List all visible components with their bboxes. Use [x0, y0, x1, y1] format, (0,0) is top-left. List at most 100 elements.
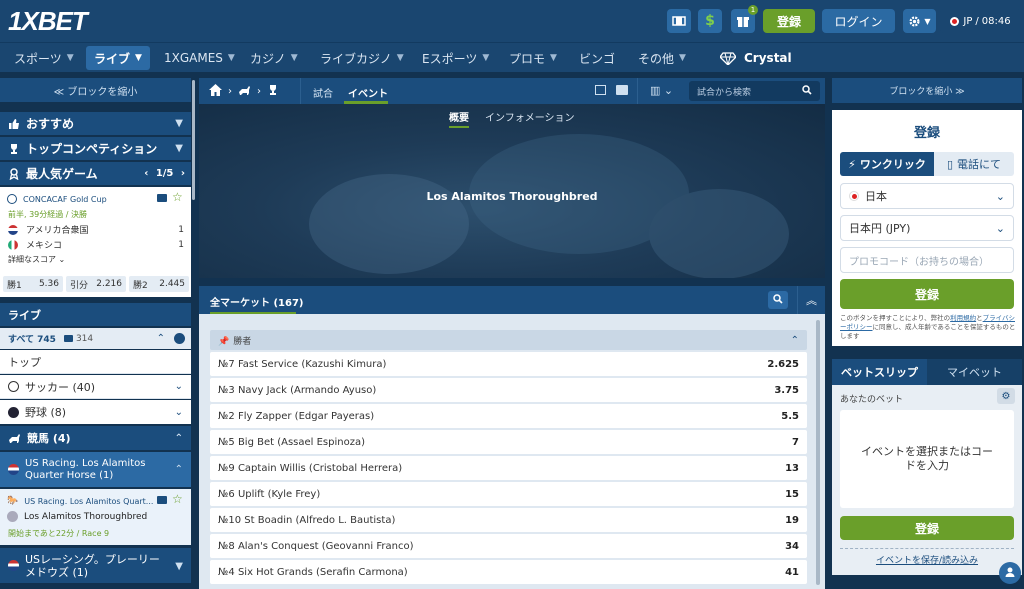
runner-odd[interactable]: 13: [785, 463, 799, 474]
flag-usa-icon: [8, 224, 18, 235]
runner-odd[interactable]: 5.5: [781, 411, 799, 422]
pager-prev-icon[interactable]: ‹: [144, 168, 148, 179]
promo-code-input[interactable]: プロモコード（お持ちの場合）: [840, 247, 1014, 273]
terms-link[interactable]: 利用規約: [950, 314, 976, 322]
tab-betslip[interactable]: ベットスリップ: [832, 359, 927, 385]
odd-button-1[interactable]: 勝1 5.36: [3, 276, 63, 292]
chevron-down-icon: ▼: [66, 53, 74, 63]
globe-icon[interactable]: [174, 333, 185, 344]
runner-row[interactable]: №6 Uplift (Kyle Frey) 15: [210, 482, 807, 506]
gear-icon[interactable]: ⚙: [997, 388, 1015, 404]
nav-live-casino[interactable]: ライブカジノ ▼: [312, 46, 412, 70]
nav-promo[interactable]: プロモ ▼: [501, 46, 565, 70]
top-competitions-item[interactable]: トップコンペティション ▼: [0, 137, 191, 161]
nav-esports[interactable]: Eスポーツ ▼: [414, 46, 497, 70]
tab-match[interactable]: 試合: [313, 85, 333, 100]
play-video-icon[interactable]: [616, 85, 628, 95]
runner-row[interactable]: №8 Alan's Conquest (Geovanni Franco) 34: [210, 534, 807, 558]
collapse-markets-button[interactable]: ︽: [797, 286, 825, 314]
star-icon[interactable]: ☆: [172, 190, 183, 204]
hero-tab-info[interactable]: インフォメーション: [485, 109, 575, 124]
collapse-all-icon[interactable]: ⌃: [157, 333, 165, 344]
collapse-left-button[interactable]: ≪ ブロックを縮小: [0, 78, 191, 103]
horse-icon[interactable]: [238, 85, 251, 99]
event-time: 開始まであと22分 / Race 9: [8, 529, 110, 538]
nav-bingo[interactable]: ビンゴ: [571, 46, 623, 70]
match-search-input[interactable]: 試合から検索: [689, 81, 820, 101]
settings-button[interactable]: ▼: [903, 9, 936, 33]
sport-item-soccer[interactable]: サッカー (40) ⌄: [0, 375, 191, 399]
nav-1xgames[interactable]: 1XGAMES ▼: [156, 46, 243, 70]
recommended-item[interactable]: おすすめ ▼: [0, 112, 191, 136]
hero-tab-overview[interactable]: 概要: [449, 109, 469, 124]
video-icon[interactable]: [157, 496, 167, 504]
sport-item-baseball[interactable]: 野球 (8) ⌄: [0, 400, 191, 424]
video-icon[interactable]: [157, 194, 167, 202]
runner-odd[interactable]: 15: [785, 489, 799, 500]
top-item[interactable]: トップ: [0, 350, 191, 374]
support-chat-button[interactable]: [999, 562, 1021, 584]
event-league: US Racing. Los Alamitos Quart...: [24, 496, 154, 506]
tab-mybets[interactable]: マイベット: [927, 359, 1022, 385]
register-button[interactable]: 登録: [763, 9, 815, 33]
odd-button-2[interactable]: 勝2 2.445: [129, 276, 189, 292]
runner-odd[interactable]: 2.625: [767, 359, 799, 370]
markets-scrollbar[interactable]: [816, 320, 820, 585]
gift-icon[interactable]: 1: [731, 5, 758, 33]
live-all-row[interactable]: すべて 745 314 ⌃: [0, 328, 191, 349]
markets-search-button[interactable]: [768, 291, 788, 309]
runner-row[interactable]: №4 Six Hot Grands (Serafin Carmona) 41: [210, 560, 807, 584]
stats-icon[interactable]: ▥ ⌄: [650, 84, 673, 97]
league-item-prairie-meadows[interactable]: USレーシング。プレーリーメドウズ (1) ▼: [0, 548, 191, 584]
save-load-link[interactable]: イベントを保存/読み込み: [832, 553, 1022, 566]
cards-icon[interactable]: [667, 9, 691, 33]
nav-live[interactable]: ライブ ▼: [86, 46, 150, 70]
tab-phone[interactable]: ▯ 電話にて: [934, 152, 1014, 176]
dollar-icon[interactable]: $: [698, 9, 722, 33]
star-icon[interactable]: ☆: [172, 492, 183, 506]
runner-row[interactable]: №9 Captain Willis (Cristobal Herrera) 13: [210, 456, 807, 480]
runner-odd[interactable]: 34: [785, 541, 799, 552]
nav-casino[interactable]: カジノ ▼: [242, 46, 306, 70]
runner-row[interactable]: №7 Fast Service (Kazushi Kimura) 2.625: [210, 352, 807, 376]
pager-next-icon[interactable]: ›: [181, 168, 185, 179]
detailed-score-link[interactable]: 詳細なスコア ⌄: [8, 254, 65, 265]
market-group-header[interactable]: 📌 勝者 ⌃: [210, 330, 807, 350]
event-title: Los Alamitos Thoroughbred: [426, 190, 598, 203]
detailed-score-label: 詳細なスコア: [8, 255, 56, 264]
odd-button-x[interactable]: 引分 2.216: [66, 276, 126, 292]
logo[interactable]: 1XBET: [8, 6, 88, 37]
popular-games-label: 最人気ゲーム: [26, 167, 98, 181]
language-time[interactable]: JP / 08:46: [940, 9, 1021, 33]
match-status: 前半, 39分経過 / 決勝: [8, 210, 88, 219]
window-icon[interactable]: [595, 85, 606, 95]
home-icon[interactable]: [209, 84, 222, 99]
betslip-register-button[interactable]: 登録: [840, 516, 1014, 540]
login-button[interactable]: ログイン: [822, 9, 895, 33]
left-scrollbar[interactable]: [192, 80, 195, 200]
nav-label: その他: [638, 51, 675, 66]
currency-select[interactable]: 日本円 (JPY) ⌄: [840, 215, 1014, 241]
register-submit-button[interactable]: 登録: [840, 279, 1014, 309]
nav-more[interactable]: その他 ▼: [630, 46, 694, 70]
country-select[interactable]: 日本 ⌄: [840, 183, 1014, 209]
nav-crystal[interactable]: Crystal: [712, 46, 800, 70]
tab-one-click[interactable]: ⚡ ワンクリック: [840, 152, 934, 176]
horse-icon: [8, 433, 21, 444]
nav-sports[interactable]: スポーツ ▼: [6, 46, 82, 70]
league-item-us-racing[interactable]: US Racing. Los Alamitos Quarter Horse (1…: [0, 452, 191, 488]
runner-odd[interactable]: 41: [785, 567, 799, 578]
runner-odd[interactable]: 19: [785, 515, 799, 526]
event-item[interactable]: 🐎 US Racing. Los Alamitos Quart... ☆ Los…: [0, 489, 191, 545]
trophy-icon[interactable]: [267, 84, 279, 99]
runner-odd[interactable]: 7: [792, 437, 799, 448]
runner-odd[interactable]: 3.75: [774, 385, 799, 396]
runner-row[interactable]: №10 St Boadin (Alfredo L. Bautista) 19: [210, 508, 807, 532]
hero-tab-underline: [449, 126, 469, 128]
collapse-right-button[interactable]: ブロックを縮小 ≫: [832, 78, 1022, 103]
runner-row[interactable]: №5 Big Bet (Assael Espinoza) 7: [210, 430, 807, 454]
tab-event[interactable]: イベント: [348, 85, 388, 100]
sport-item-horse-racing[interactable]: 競馬 (4) ⌃: [0, 426, 191, 451]
runner-row[interactable]: №2 Fly Zapper (Edgar Payeras) 5.5: [210, 404, 807, 428]
runner-row[interactable]: №3 Navy Jack (Armando Ayuso) 3.75: [210, 378, 807, 402]
